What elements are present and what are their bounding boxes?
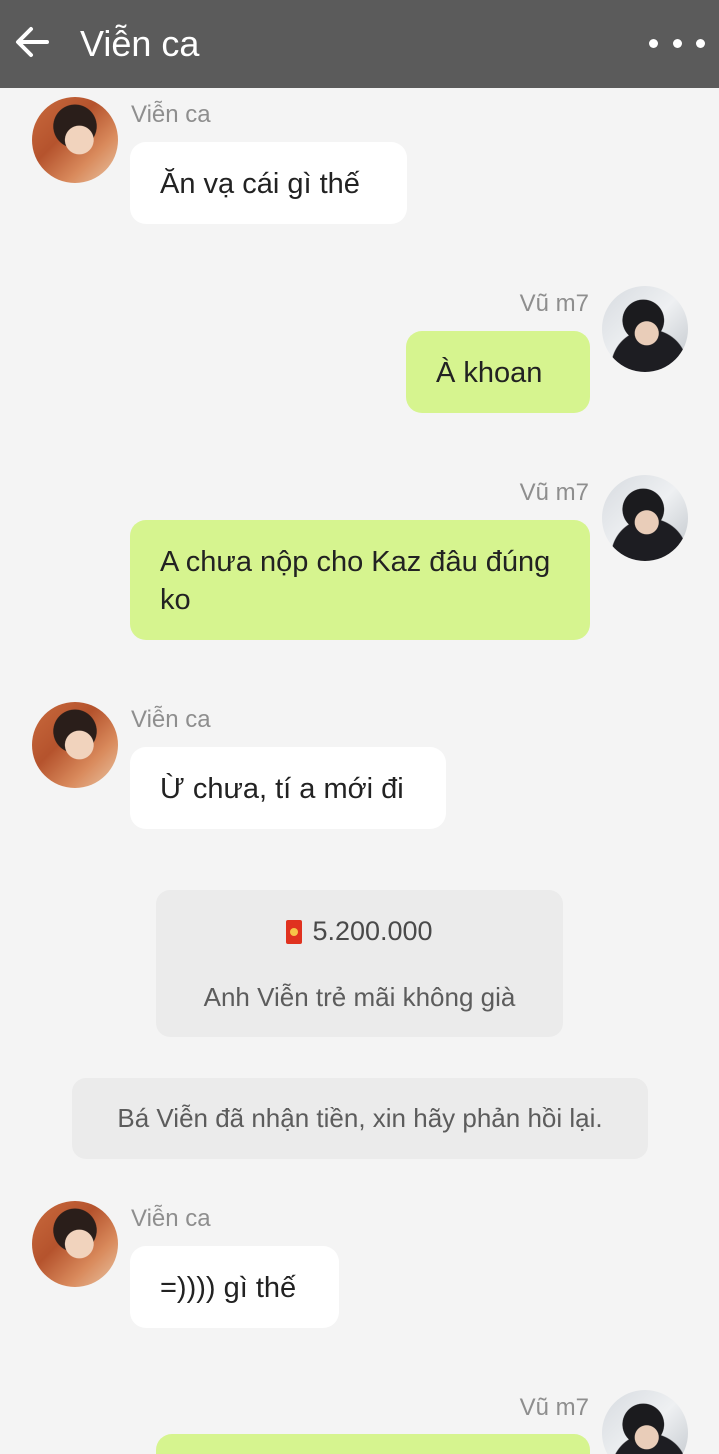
system-notice: Bá Viễn đã nhận tiền, xin hãy phản hồi l…: [72, 1078, 648, 1159]
chat-header: Viễn ca: [0, 0, 719, 88]
sender-name: Viễn ca: [131, 706, 211, 733]
avatar-vien[interactable]: [32, 97, 118, 183]
avatar-vu[interactable]: [602, 1390, 688, 1454]
chat-title: Viễn ca: [80, 23, 200, 64]
message-bubble-outgoing[interactable]: [156, 1434, 590, 1454]
sender-name: Vũ m7: [519, 290, 589, 317]
red-envelope-icon: [286, 919, 303, 944]
sender-name: Viễn ca: [131, 1205, 211, 1232]
more-horizontal-icon: [649, 38, 658, 48]
sender-name: Vũ m7: [519, 479, 589, 506]
more-options-button[interactable]: [649, 26, 705, 60]
envelope-amount: 5.200.000: [312, 916, 433, 946]
envelope-message: Anh Viễn trẻ mãi không già: [203, 982, 516, 1012]
envelope-amount-row: 5.200.000: [156, 916, 563, 947]
avatar-vu[interactable]: [602, 286, 688, 372]
red-envelope-card[interactable]: 5.200.000 Anh Viễn trẻ mãi không già: [156, 890, 563, 1037]
more-dot: [672, 38, 682, 48]
back-button[interactable]: [10, 18, 54, 66]
avatar-vu[interactable]: [602, 475, 688, 561]
sender-name: Vũ m7: [519, 1394, 589, 1421]
message-bubble-outgoing[interactable]: À khoan: [406, 331, 590, 413]
sender-name: Viễn ca: [131, 101, 211, 128]
message-bubble-incoming[interactable]: Ừ chưa, tí a mới đi: [130, 747, 446, 829]
arrow-left-icon: [16, 27, 49, 57]
avatar-vien[interactable]: [32, 1201, 118, 1287]
message-bubble-incoming[interactable]: =)))) gì thế: [130, 1246, 339, 1328]
message-bubble-incoming[interactable]: Ăn vạ cái gì thế: [130, 142, 407, 224]
message-list[interactable]: Viễn ca Ăn vạ cái gì thế Vũ m7 À khoan V…: [0, 88, 719, 1454]
avatar-vien[interactable]: [32, 702, 118, 788]
more-dot: [696, 38, 705, 48]
message-bubble-outgoing[interactable]: A chưa nộp cho Kaz đâu đúng ko: [130, 520, 590, 640]
